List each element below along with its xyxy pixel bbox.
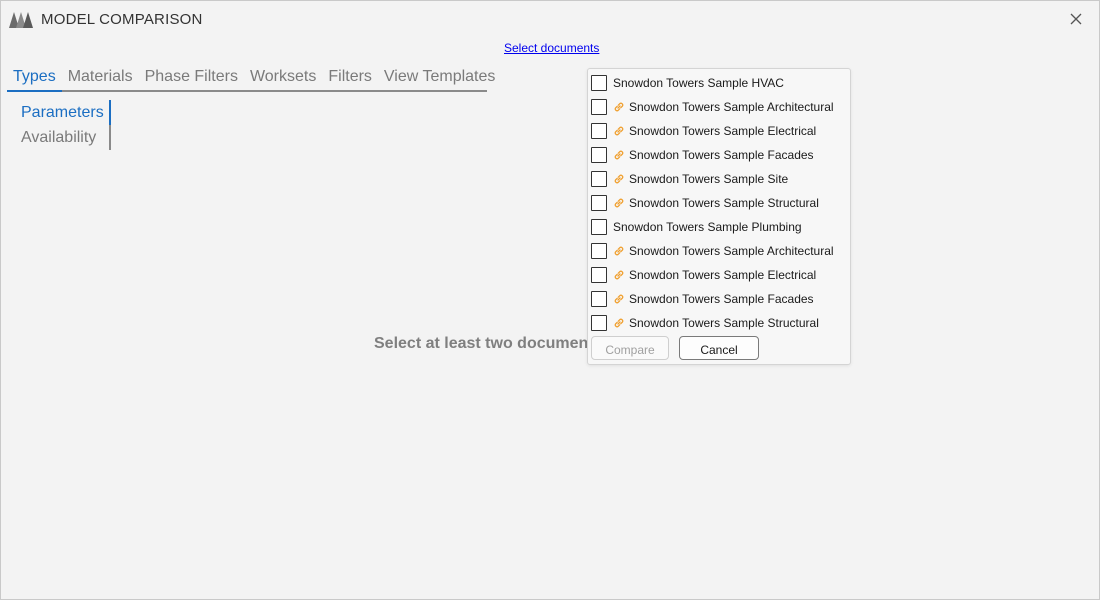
document-label: Snowdon Towers Sample Architectural — [629, 244, 834, 258]
document-checkbox[interactable] — [591, 219, 607, 235]
tab-types[interactable]: Types — [7, 66, 62, 92]
document-checkbox[interactable] — [591, 195, 607, 211]
document-label: Snowdon Towers Sample HVAC — [613, 76, 784, 90]
subnav-item-availability[interactable]: Availability — [21, 125, 109, 150]
tab-worksets[interactable]: Worksets — [244, 66, 322, 90]
close-icon[interactable] — [1067, 10, 1085, 28]
tab-materials[interactable]: Materials — [62, 66, 139, 90]
document-label: Snowdon Towers Sample Facades — [629, 148, 814, 162]
document-item[interactable]: Snowdon Towers Sample HVAC — [591, 71, 847, 95]
link-icon — [614, 246, 624, 256]
document-item[interactable]: Snowdon Towers Sample Site — [591, 167, 847, 191]
link-icon — [614, 150, 624, 160]
document-label: Snowdon Towers Sample Plumbing — [613, 220, 802, 234]
document-item[interactable]: Snowdon Towers Sample Facades — [591, 143, 847, 167]
document-checkbox[interactable] — [591, 171, 607, 187]
document-item[interactable]: Snowdon Towers Sample Facades — [591, 287, 847, 311]
document-item[interactable]: Snowdon Towers Sample Architectural — [591, 95, 847, 119]
link-icon — [614, 198, 624, 208]
document-item[interactable]: Snowdon Towers Sample Architectural — [591, 239, 847, 263]
document-label: Snowdon Towers Sample Facades — [629, 292, 814, 306]
document-checkbox[interactable] — [591, 75, 607, 91]
link-icon — [614, 270, 624, 280]
document-selection-panel: Snowdon Towers Sample HVAC Snowdon Towers… — [587, 68, 851, 365]
document-label: Snowdon Towers Sample Architectural — [629, 100, 834, 114]
subnav-active-indicator — [109, 100, 111, 125]
tab-bar: Types Materials Phase Filters Worksets F… — [7, 66, 495, 92]
document-item[interactable]: Snowdon Towers Sample Electrical — [591, 119, 847, 143]
document-checkbox[interactable] — [591, 315, 607, 331]
app-title: MODEL COMPARISON — [41, 11, 203, 28]
cancel-button[interactable]: Cancel — [679, 336, 759, 360]
document-label: Snowdon Towers Sample Structural — [629, 196, 819, 210]
document-label: Snowdon Towers Sample Structural — [629, 316, 819, 330]
model-comparison-window: MODEL COMPARISON Select documents Types … — [0, 0, 1100, 600]
title-bar: MODEL COMPARISON — [1, 1, 1099, 37]
document-item[interactable]: Snowdon Towers Sample Plumbing — [591, 215, 847, 239]
tab-filters[interactable]: Filters — [322, 66, 378, 90]
sub-navigation: Parameters Availability — [21, 100, 111, 150]
subnav-item-parameters[interactable]: Parameters — [21, 100, 109, 125]
document-checkbox[interactable] — [591, 147, 607, 163]
document-checkbox[interactable] — [591, 99, 607, 115]
document-checkbox[interactable] — [591, 267, 607, 283]
select-documents-link[interactable]: Select documents — [504, 41, 599, 55]
document-label: Snowdon Towers Sample Electrical — [629, 268, 817, 282]
document-checkbox[interactable] — [591, 123, 607, 139]
document-checkbox[interactable] — [591, 291, 607, 307]
document-item[interactable]: Snowdon Towers Sample Electrical — [591, 263, 847, 287]
document-list: Snowdon Towers Sample HVAC Snowdon Towers… — [591, 71, 847, 335]
link-icon — [614, 318, 624, 328]
document-item[interactable]: Snowdon Towers Sample Structural — [591, 191, 847, 215]
link-icon — [614, 294, 624, 304]
document-checkbox[interactable] — [591, 243, 607, 259]
tab-phase-filters[interactable]: Phase Filters — [139, 66, 244, 90]
document-label: Snowdon Towers Sample Site — [629, 172, 789, 186]
link-icon — [614, 174, 624, 184]
document-item[interactable]: Snowdon Towers Sample Structural — [591, 311, 847, 335]
document-label: Snowdon Towers Sample Electrical — [629, 124, 817, 138]
link-icon — [614, 102, 624, 112]
logo-icon — [9, 12, 33, 28]
compare-button[interactable]: Compare — [591, 336, 669, 360]
tab-view-templates[interactable]: View Templates — [378, 66, 501, 90]
empty-state-message: Select at least two documents — [374, 335, 603, 352]
link-icon — [614, 126, 624, 136]
